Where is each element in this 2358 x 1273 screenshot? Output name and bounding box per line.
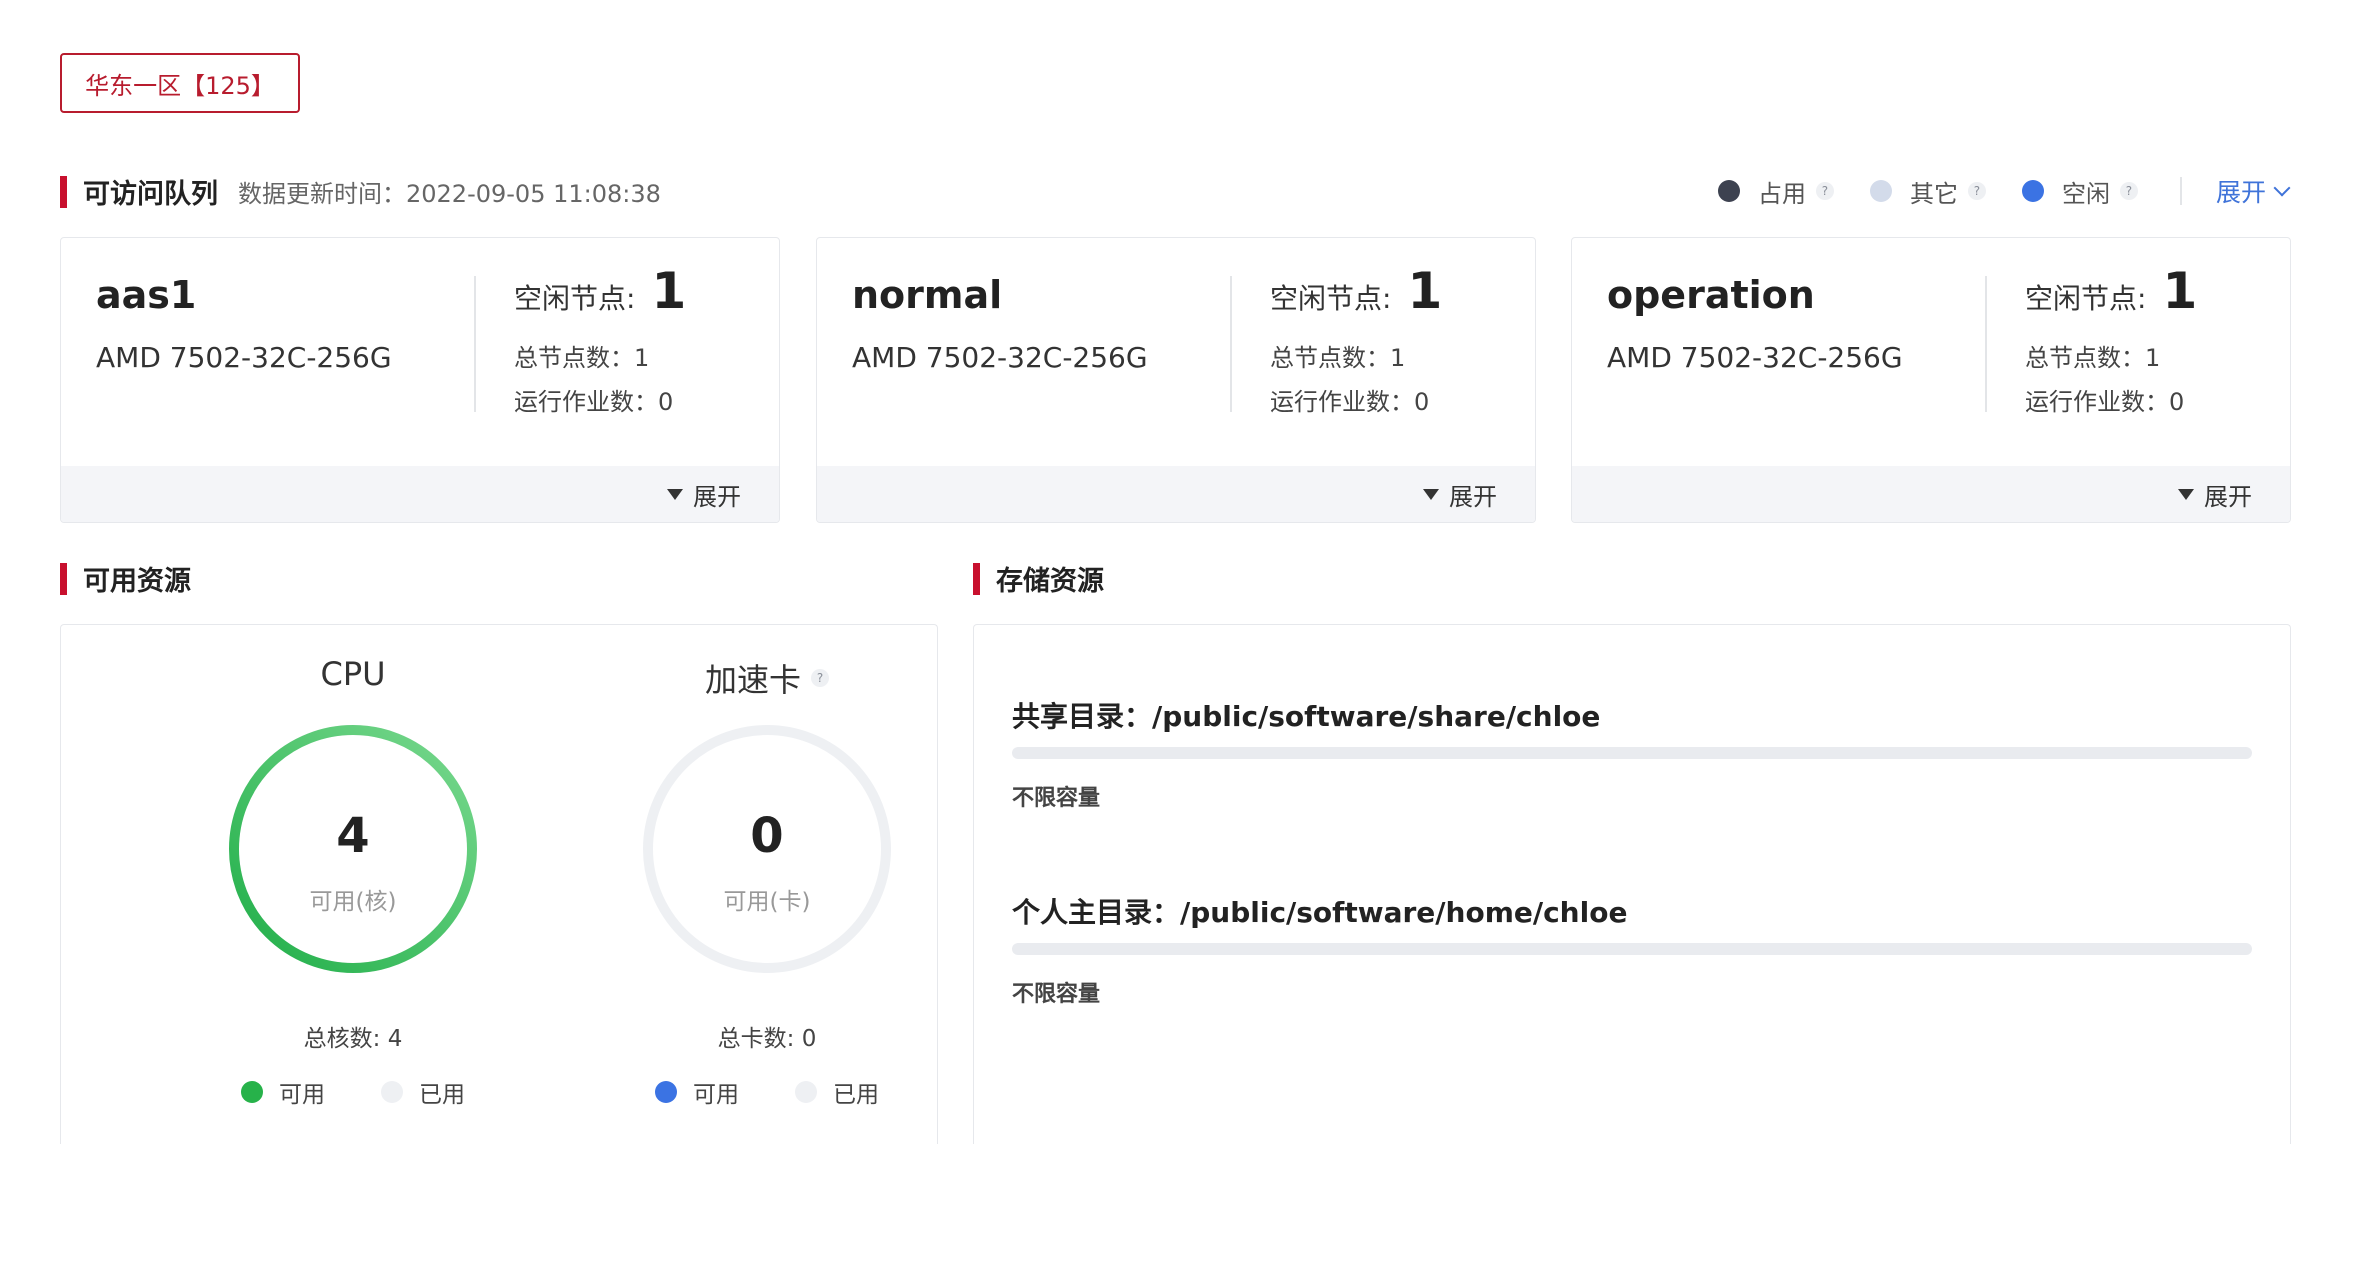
other-dot-icon	[1869, 180, 1892, 202]
divider	[1985, 276, 1987, 412]
cpu-title-text: CPU	[320, 655, 386, 693]
storage-card: 共享目录：/public/software/share/chloe 不限容量 个…	[973, 624, 2291, 1144]
queue-expand-button[interactable]: 展开	[817, 466, 1535, 522]
queue-expand-button[interactable]: 展开	[61, 466, 779, 522]
legend-other-label: 其它	[1909, 179, 1958, 208]
queue-expand-label: 展开	[2204, 482, 2252, 511]
storage-section-header: 存储资源	[973, 559, 1104, 598]
legend-occupied-label: 占用	[1757, 179, 1806, 208]
cpu-legend: 可用 已用	[203, 1075, 503, 1109]
legend-used: 已用	[795, 1075, 879, 1109]
legend-idle: 空闲 ?	[2021, 174, 2138, 209]
queue-expand-label: 展开	[693, 482, 741, 511]
idle-nodes-label: 空闲节点:	[514, 282, 636, 315]
queue-name: normal	[852, 273, 1003, 317]
shared-dir-capacity: 不限容量	[1012, 786, 1101, 811]
legend-available: 可用	[655, 1075, 739, 1109]
cpu-total: 总核数: 4	[303, 1026, 403, 1052]
available-dot-icon	[241, 1081, 263, 1103]
home-dir-usage-bar	[1012, 943, 2252, 955]
queue-model: AMD 7502-32C-256G	[96, 341, 392, 374]
idle-dot-icon	[2021, 180, 2044, 202]
queue-card: operation AMD 7502-32C-256G 空闲节点: 1 总节点数…	[1571, 237, 2291, 523]
queue-expand-button[interactable]: 展开	[1572, 466, 2290, 522]
occupied-dot-icon	[1717, 180, 1740, 202]
section-marker	[973, 562, 980, 595]
shared-dir-usage-bar	[1012, 747, 2252, 759]
cpu-available-value: 4	[336, 808, 370, 864]
chevron-down-icon	[2273, 179, 2291, 197]
caret-down-icon	[1423, 488, 1439, 500]
legend-occupied: 占用 ?	[1717, 174, 1834, 209]
help-icon[interactable]: ?	[1815, 182, 1834, 200]
divider	[474, 276, 476, 412]
running-jobs: 运行作业数：0	[514, 388, 674, 416]
used-dot-icon	[795, 1081, 817, 1103]
queue-card: aas1 AMD 7502-32C-256G 空闲节点: 1 总节点数：1 运行…	[60, 237, 780, 523]
region-selector-button[interactable]: 华东一区【125】	[60, 53, 300, 113]
accel-available-unit: 可用(卡)	[723, 889, 811, 915]
legend-available-label: 可用	[693, 1082, 739, 1108]
total-nodes: 总节点数：1	[1270, 344, 1406, 372]
legend-used-label: 已用	[833, 1082, 879, 1108]
idle-nodes-label: 空闲节点:	[1270, 282, 1392, 315]
legend-available-label: 可用	[279, 1082, 325, 1108]
queue-name: aas1	[96, 273, 197, 317]
queue-model: AMD 7502-32C-256G	[852, 341, 1148, 374]
idle-nodes-value: 1	[1407, 262, 1443, 320]
help-icon[interactable]: ?	[811, 669, 829, 687]
legend-used: 已用	[381, 1075, 465, 1109]
caret-down-icon	[2178, 488, 2194, 500]
cpu-title: CPU	[203, 655, 503, 693]
update-time: 数据更新时间：2022-09-05 11:08:38	[238, 180, 661, 208]
home-dir-capacity: 不限容量	[1012, 982, 1101, 1007]
storage-section-title: 存储资源	[996, 566, 1104, 597]
idle-nodes: 空闲节点: 1	[514, 262, 686, 320]
cpu-available-unit: 可用(核)	[309, 889, 397, 915]
total-nodes: 总节点数：1	[2025, 344, 2161, 372]
divider	[2179, 177, 2182, 205]
node-status-legend: 占用 ? 其它 ? 空闲 ? 展开	[1717, 173, 2291, 209]
legend-used-label: 已用	[419, 1082, 465, 1108]
used-dot-icon	[381, 1081, 403, 1103]
caret-down-icon	[667, 488, 683, 500]
accel-title: 加速卡 ?	[617, 655, 917, 701]
available-dot-icon	[655, 1081, 677, 1103]
resources-section-header: 可用资源	[60, 559, 191, 598]
expand-all-label: 展开	[2215, 178, 2266, 207]
total-nodes: 总节点数：1	[514, 344, 650, 372]
resources-section-title: 可用资源	[83, 566, 191, 597]
queue-card: normal AMD 7502-32C-256G 空闲节点: 1 总节点数：1 …	[816, 237, 1536, 523]
idle-nodes-label: 空闲节点:	[2025, 282, 2147, 315]
idle-nodes-value: 1	[2162, 262, 2198, 320]
help-icon[interactable]: ?	[1967, 182, 1986, 200]
legend-other: 其它 ?	[1869, 174, 1986, 209]
queue-section-title: 可访问队列	[83, 179, 218, 210]
running-jobs: 运行作业数：0	[2025, 388, 2185, 416]
home-dir-label: 个人主目录：/public/software/home/chloe	[1012, 896, 1628, 929]
queue-expand-label: 展开	[1449, 482, 1497, 511]
accel-title-text: 加速卡	[704, 661, 801, 699]
queue-name: operation	[1607, 273, 1815, 317]
queue-section-header: 可访问队列 数据更新时间：2022-09-05 11:08:38	[60, 172, 661, 211]
divider	[1230, 276, 1232, 412]
legend-available: 可用	[241, 1075, 325, 1109]
accel-legend: 可用 已用	[617, 1075, 917, 1109]
accel-available-value: 0	[750, 808, 784, 864]
section-marker	[60, 562, 67, 595]
help-icon[interactable]: ?	[2119, 182, 2138, 200]
idle-nodes: 空闲节点: 1	[1270, 262, 1442, 320]
resources-card: CPU 4 可用(核) 总核数: 4 可用 已用 加速卡 ? 0 可用(卡) 总…	[60, 624, 938, 1144]
queue-model: AMD 7502-32C-256G	[1607, 341, 1903, 374]
idle-nodes: 空闲节点: 1	[2025, 262, 2197, 320]
expand-all-link[interactable]: 展开	[2215, 173, 2291, 209]
idle-nodes-value: 1	[651, 262, 687, 320]
running-jobs: 运行作业数：0	[1270, 388, 1430, 416]
accel-total: 总卡数: 0	[717, 1026, 817, 1052]
section-marker	[60, 175, 67, 208]
legend-idle-label: 空闲	[2061, 179, 2110, 208]
shared-dir-label: 共享目录：/public/software/share/chloe	[1012, 700, 1601, 733]
